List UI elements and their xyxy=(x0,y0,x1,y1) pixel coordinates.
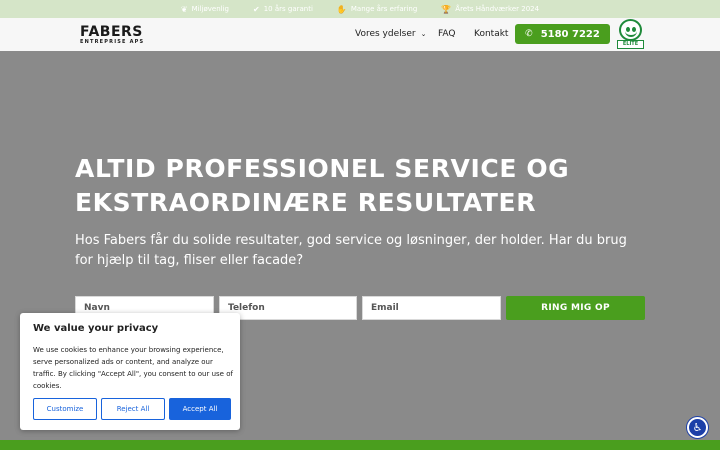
email-input[interactable]: Email xyxy=(362,296,501,320)
elite-smiley-badge[interactable]: ELITE xyxy=(617,19,644,50)
topbar-label: Miljøvenlig xyxy=(191,5,230,13)
handshake-icon: ✋ xyxy=(336,4,347,14)
bottom-green-bar xyxy=(0,440,720,450)
topbar-item-award: 🏆 Årets Håndværker 2024 xyxy=(441,5,539,14)
hero-title: ALTID PROFESSIONEL SERVICE OG EKSTRAORDI… xyxy=(75,154,570,217)
nav-faq-link[interactable]: FAQ xyxy=(438,29,455,40)
top-info-bar: ❦ Miljøvenlig ✔ 10 års garanti ✋ Mange å… xyxy=(0,0,720,18)
phone-icon: ✆ xyxy=(525,29,533,39)
check-icon: ✔ xyxy=(253,4,260,14)
cookie-consent-dialog: We value your privacy We use cookies to … xyxy=(20,313,240,430)
logo-name: FABERS xyxy=(80,24,143,40)
elite-label: ELITE xyxy=(617,40,644,49)
nav-services-menu[interactable]: Vores ydelser ⌄ xyxy=(355,29,426,40)
call-phone-button[interactable]: ✆ 5180 7222 xyxy=(515,24,610,44)
hero-subtitle: Hos Fabers får du solide resultater, god… xyxy=(75,233,627,268)
topbar-label: 10 års garanti xyxy=(263,5,313,13)
nav-services-label: Vores ydelser xyxy=(355,29,416,39)
chevron-down-icon: ⌄ xyxy=(420,30,427,38)
accept-all-button[interactable]: Accept All xyxy=(169,398,231,420)
reject-all-button[interactable]: Reject All xyxy=(101,398,165,420)
nav-contact-link[interactable]: Kontakt xyxy=(474,29,508,40)
topbar-item-experience: ✋ Mange års erfaring xyxy=(337,5,417,14)
customize-button[interactable]: Customize xyxy=(33,398,97,420)
cookie-text: We use cookies to enhance your browsing … xyxy=(33,346,233,390)
brand-logo[interactable]: FABERS ENTREPRISE APS xyxy=(80,25,144,45)
trophy-icon: 🏆 xyxy=(441,4,452,14)
topbar-item-eco: ❦ Miljøvenlig xyxy=(181,5,229,14)
cookie-buttons: Customize Reject All Accept All xyxy=(33,398,231,420)
logo-tagline: ENTREPRISE APS xyxy=(80,39,145,45)
leaf-icon: ❦ xyxy=(180,4,188,14)
accessibility-button[interactable]: ♿ xyxy=(687,417,708,438)
main-navbar: FABERS ENTREPRISE APS Vores ydelser ⌄ FA… xyxy=(0,18,720,51)
accessibility-icon: ♿ xyxy=(692,421,703,434)
topbar-label: Årets Håndværker 2024 xyxy=(455,5,540,13)
topbar-label: Mange års erfaring xyxy=(350,5,418,13)
smiley-icon xyxy=(619,19,642,41)
phone-number: 5180 7222 xyxy=(540,28,600,40)
call-me-button[interactable]: RING MIG OP xyxy=(506,296,645,320)
cookie-title: We value your privacy xyxy=(33,323,159,334)
topbar-item-warranty: ✔ 10 års garanti xyxy=(253,5,313,14)
